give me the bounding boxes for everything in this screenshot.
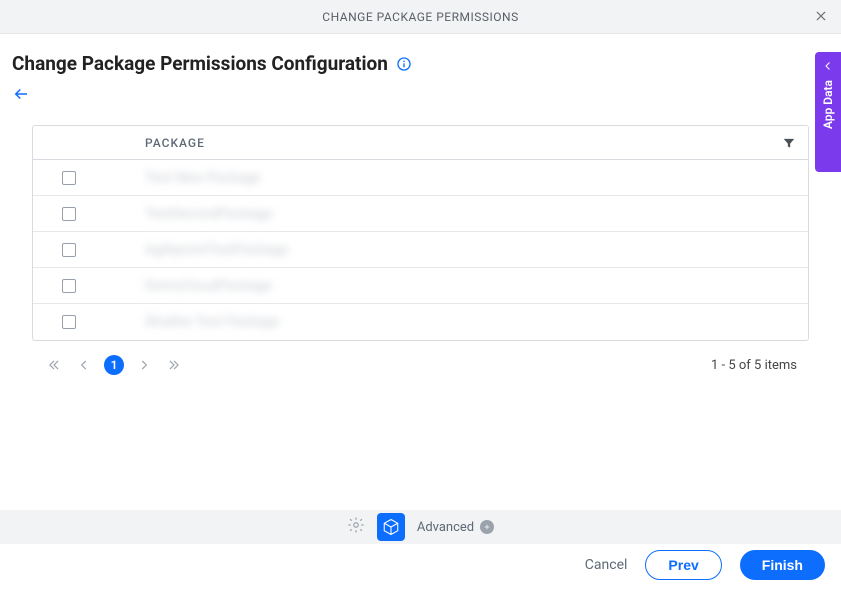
table-row[interactable]: AgilepointTestPackage — [33, 232, 808, 268]
chevron-right-icon — [137, 358, 151, 372]
table-row[interactable]: DemoCloudPackage — [33, 268, 808, 304]
pager-last[interactable] — [164, 355, 184, 375]
row-checkbox[interactable] — [62, 279, 76, 293]
table-row[interactable]: Shubha Test Package — [33, 304, 808, 340]
row-checkbox[interactable] — [62, 207, 76, 221]
table-row[interactable]: Test New Package — [33, 160, 808, 196]
pagination-bar: 1 1 - 5 of 5 items — [32, 349, 809, 387]
pager-first[interactable] — [44, 355, 64, 375]
close-button[interactable] — [811, 6, 831, 26]
chevron-left-icon — [822, 60, 834, 72]
advanced-toggle[interactable]: Advanced — [417, 520, 494, 535]
pager-next[interactable] — [134, 355, 154, 375]
chevrons-left-icon — [47, 358, 61, 372]
row-checkbox[interactable] — [62, 171, 76, 185]
plus-icon — [480, 520, 494, 534]
back-button[interactable] — [12, 88, 30, 107]
filter-button[interactable] — [782, 135, 796, 154]
row-checkbox[interactable] — [62, 315, 76, 329]
filter-icon — [782, 136, 796, 150]
settings-button[interactable] — [347, 516, 365, 538]
arrow-left-icon — [12, 85, 30, 103]
page-title: Change Package Permissions Configuration — [12, 52, 388, 75]
package-name: DemoCloudPackage — [105, 278, 272, 294]
info-icon[interactable] — [396, 56, 412, 72]
package-mode-button[interactable] — [377, 513, 405, 541]
chevrons-right-icon — [167, 358, 181, 372]
side-tab-label: App Data — [821, 80, 835, 129]
action-bar: Cancel Prev Finish — [585, 550, 825, 580]
modal-header: CHANGE PACKAGE PERMISSIONS — [0, 0, 841, 34]
package-icon — [382, 518, 400, 536]
back-row — [0, 83, 841, 117]
advanced-label-text: Advanced — [417, 520, 474, 535]
close-icon — [814, 9, 828, 23]
package-name: Test New Package — [105, 170, 260, 186]
table-header-row: PACKAGE — [33, 126, 808, 160]
cancel-button[interactable]: Cancel — [585, 557, 628, 573]
pager-prev[interactable] — [74, 355, 94, 375]
modal-title: CHANGE PACKAGE PERMISSIONS — [322, 10, 518, 24]
prev-button[interactable]: Prev — [645, 550, 721, 580]
finish-button[interactable]: Finish — [740, 550, 825, 580]
package-name: AgilepointTestPackage — [105, 242, 288, 258]
row-checkbox[interactable] — [62, 243, 76, 257]
app-data-panel-toggle[interactable]: App Data — [815, 52, 841, 172]
pager-page-current[interactable]: 1 — [104, 355, 124, 375]
table-row[interactable]: TestSecondPackage — [33, 196, 808, 232]
package-name: TestSecondPackage — [105, 206, 272, 222]
pager-summary: 1 - 5 of 5 items — [711, 358, 797, 373]
chevron-left-icon — [77, 358, 91, 372]
column-header-package[interactable]: PACKAGE — [105, 136, 205, 150]
gear-icon — [347, 516, 365, 534]
footer-toolbar: Advanced — [0, 510, 841, 544]
package-table: PACKAGE Test New Package TestSecondPacka… — [32, 125, 809, 341]
package-name: Shubha Test Package — [105, 314, 279, 330]
page-title-row: Change Package Permissions Configuration — [0, 34, 841, 83]
